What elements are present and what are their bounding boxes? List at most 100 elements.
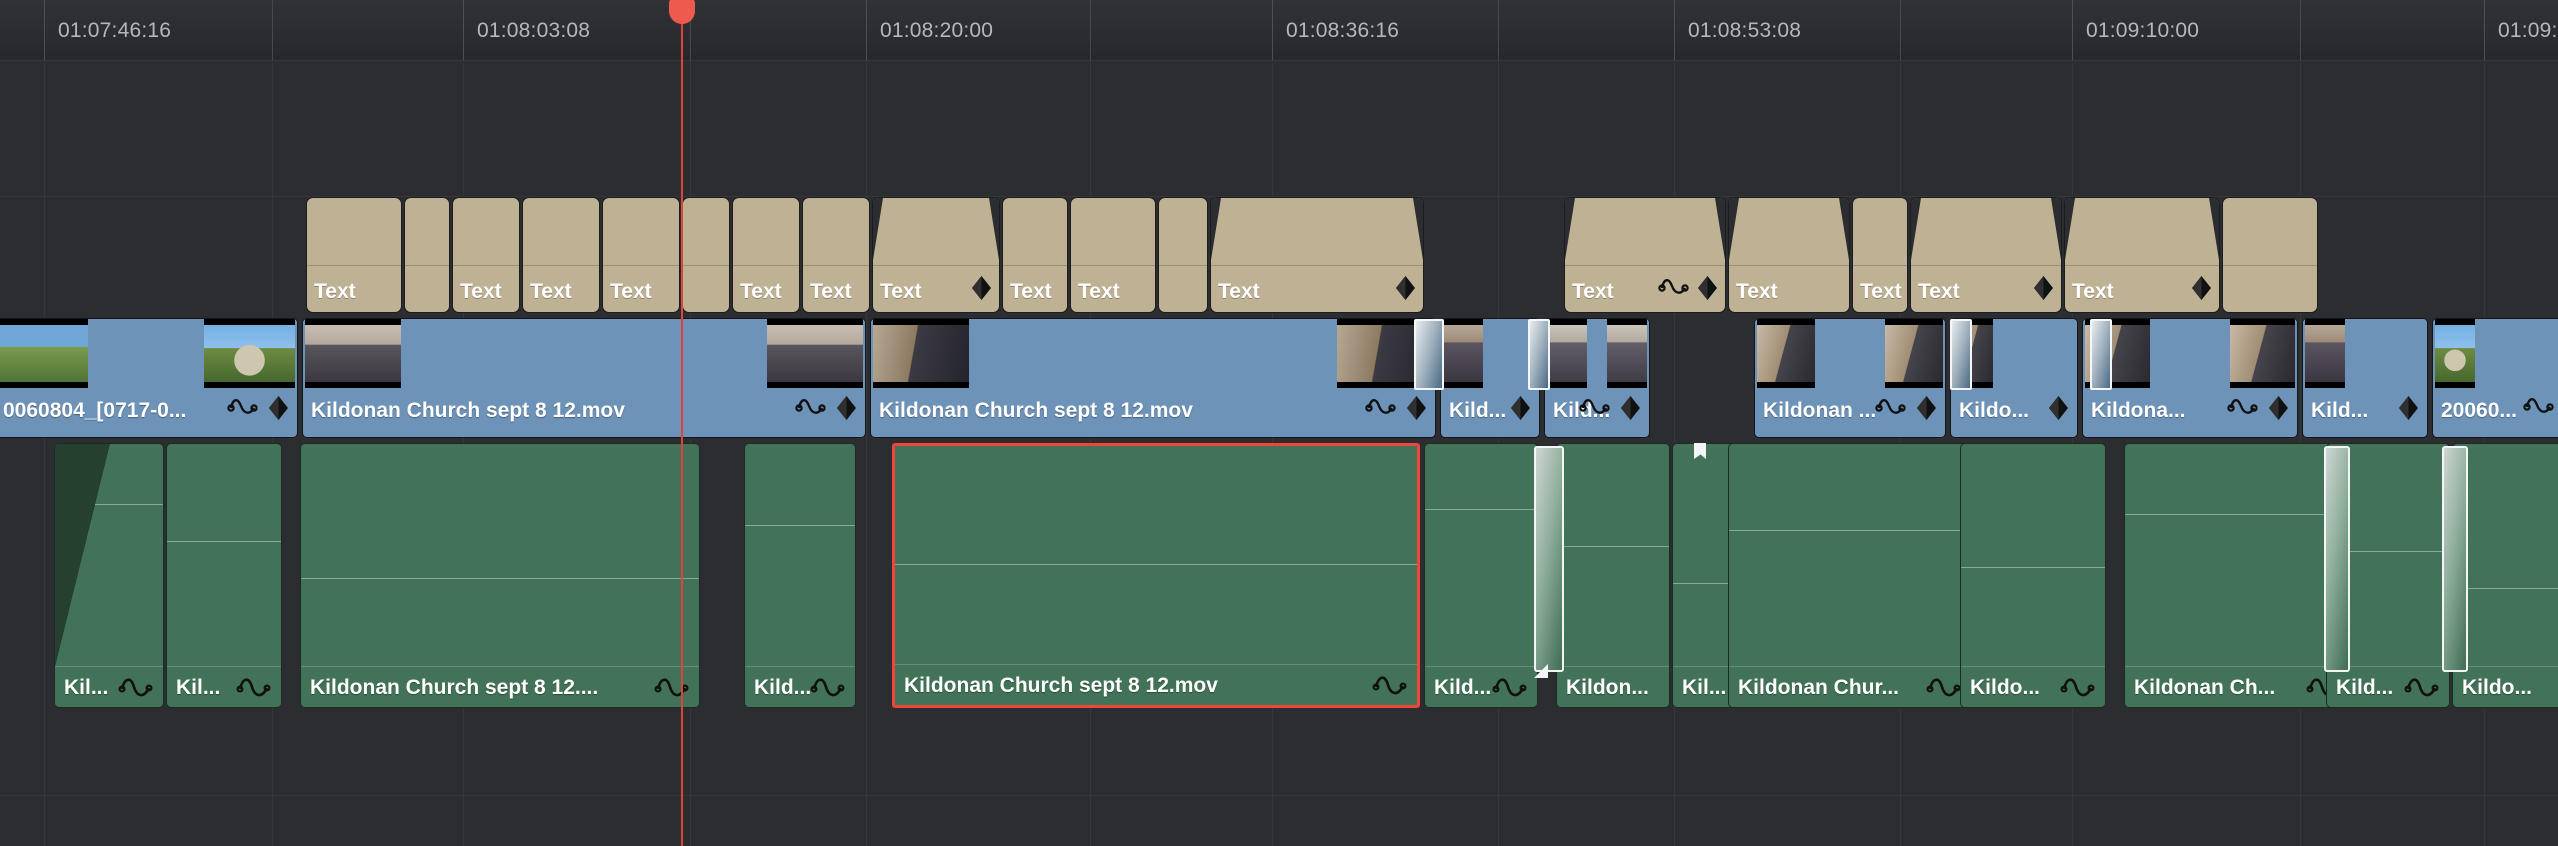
audio-clip-icons[interactable] [236, 675, 271, 701]
video-clip[interactable]: Kildonan ... [1754, 318, 1946, 438]
fx-curve-icon[interactable] [1365, 397, 1396, 419]
title-clip[interactable] [2222, 197, 2318, 313]
audio-clip-selected[interactable]: Kildonan Church sept 8 12.mov [892, 443, 1420, 708]
audio-waveform-icon[interactable] [1492, 675, 1527, 701]
audio-clip[interactable]: Kildo... [1960, 443, 2106, 708]
title-clip[interactable]: Text [872, 197, 1000, 313]
fx-curve-icon[interactable] [795, 397, 826, 419]
title-clip-icons[interactable] [2034, 276, 2053, 300]
transition-handle[interactable] [2324, 446, 2350, 672]
audio-clip[interactable]: Kild... [744, 443, 856, 708]
video-clip[interactable]: 20060... [2432, 318, 2558, 438]
title-clip[interactable]: Text [452, 197, 520, 313]
title-clip[interactable]: Text [1002, 197, 1068, 313]
title-track[interactable]: Text Text Text Text Text Text Text Text Text Text… [0, 197, 2558, 313]
keyframe-diamond-icon[interactable] [2192, 276, 2211, 300]
transition-handle[interactable] [2442, 446, 2468, 672]
audio-waveform-icon[interactable] [2060, 675, 2095, 701]
title-clip-icons[interactable] [1396, 276, 1415, 300]
keyframe-diamond-icon[interactable] [1917, 396, 1936, 420]
audio-waveform-icon[interactable] [2404, 675, 2439, 701]
audio-waveform-icon[interactable] [118, 675, 153, 701]
video-clip[interactable]: Kild... [1544, 318, 1650, 438]
keyframe-diamond-icon[interactable] [972, 276, 991, 300]
keyframe-diamond-icon[interactable] [837, 396, 856, 420]
keyframe-diamond-icon[interactable] [269, 396, 288, 420]
title-clip[interactable] [682, 197, 730, 313]
video-clip[interactable]: 0060804_[0717-0... [0, 318, 298, 438]
title-clip[interactable] [1158, 197, 1208, 313]
keyframe-diamond-icon[interactable] [2269, 396, 2288, 420]
fx-curve-icon[interactable] [2227, 397, 2258, 419]
transition-handle[interactable] [1414, 319, 1444, 390]
audio-waveform-icon[interactable] [1926, 675, 1961, 701]
audio-clip-icons[interactable] [810, 675, 845, 701]
video-clip-icons[interactable] [1365, 396, 1426, 420]
fx-curve-icon[interactable] [227, 397, 258, 419]
audio-clip[interactable]: Kildonan Chur... [1728, 443, 1972, 708]
audio-clip-icons[interactable] [1372, 673, 1407, 699]
title-clip[interactable]: Text [522, 197, 600, 313]
fx-curve-icon[interactable] [2523, 396, 2554, 418]
audio-clip[interactable]: Kildonan Ch... [2124, 443, 2352, 708]
audio-track[interactable]: Kil... Kil... Kildonan Church sept 8 12...… [0, 443, 2558, 708]
title-clip[interactable]: Text [1728, 197, 1850, 313]
title-clip[interactable]: Text [1910, 197, 2062, 313]
video-clip-icons[interactable] [1579, 396, 1640, 420]
keyframe-diamond-icon[interactable] [1407, 396, 1426, 420]
title-clip[interactable] [404, 197, 450, 313]
transition-handle[interactable] [1534, 446, 1564, 672]
audio-fade-in-handle[interactable] [55, 444, 110, 667]
video-clip[interactable]: Kildonan Church sept 8 12.mov [302, 318, 866, 438]
video-clip-icons[interactable] [2049, 396, 2068, 420]
keyframe-diamond-icon[interactable] [2034, 276, 2053, 300]
title-clip[interactable]: Text [602, 197, 680, 313]
video-clip-icons[interactable] [1511, 396, 1530, 420]
title-clip[interactable]: Text [2064, 197, 2220, 313]
video-clip-icons[interactable] [227, 396, 288, 420]
video-clip-icons[interactable] [795, 396, 856, 420]
keyframe-diamond-icon[interactable] [1396, 276, 1415, 300]
keyframe-diamond-icon[interactable] [1621, 396, 1640, 420]
fx-curve-icon[interactable] [1579, 397, 1610, 419]
audio-clip[interactable]: Kildonan Church sept 8 12.... [300, 443, 700, 708]
audio-clip-icons[interactable] [1492, 675, 1527, 701]
audio-clip-icons[interactable] [1926, 675, 1961, 701]
video-clip[interactable]: Kildonan Church sept 8 12.mov [870, 318, 1436, 438]
video-track[interactable]: 0060804_[0717-0... Kildonan Church sept 8… [0, 318, 2558, 438]
audio-clip[interactable]: Kil... [166, 443, 282, 708]
timecode-ruler[interactable]: 01:07:46:16 01:08:03:08 01:08:20:00 01:08:3… [0, 0, 2558, 61]
timeline-panel[interactable]: 01:07:46:16 01:08:03:08 01:08:20:00 01:08:3… [0, 0, 2558, 846]
video-clip[interactable]: Kild... [1440, 318, 1540, 438]
video-clip[interactable]: Kildona... [2082, 318, 2298, 438]
transition-handle[interactable] [1950, 319, 1972, 390]
title-clip[interactable]: Text [802, 197, 870, 313]
title-clip[interactable]: Text [1852, 197, 1908, 313]
audio-waveform-icon[interactable] [810, 675, 845, 701]
audio-clip-icons[interactable] [654, 675, 689, 701]
transition-handle[interactable] [1528, 319, 1550, 390]
title-clip-icons[interactable] [972, 276, 991, 300]
audio-clip[interactable]: Kil... [54, 443, 164, 708]
keyframe-diamond-icon[interactable] [2049, 396, 2068, 420]
audio-clip-icons[interactable] [2060, 675, 2095, 701]
title-clip-icons[interactable] [2192, 276, 2211, 300]
transition-handle[interactable] [2090, 319, 2112, 390]
audio-clip-icons[interactable] [118, 675, 153, 701]
playhead[interactable] [669, 0, 695, 846]
keyframe-diamond-icon[interactable] [2399, 396, 2418, 420]
audio-waveform-icon[interactable] [654, 675, 689, 701]
video-clip-icons[interactable] [2227, 396, 2288, 420]
video-clip[interactable]: Kild... [2302, 318, 2428, 438]
audio-waveform-icon[interactable] [1372, 673, 1407, 699]
fx-curve-icon[interactable] [1658, 277, 1689, 299]
title-clip[interactable]: Text [1210, 197, 1424, 313]
keyframe-diamond-icon[interactable] [1698, 276, 1717, 300]
keyframe-diamond-icon[interactable] [1511, 396, 1530, 420]
audio-clip[interactable]: Kild... [1424, 443, 1538, 708]
audio-clip[interactable]: Kildon... [1556, 443, 1670, 708]
title-clip[interactable]: Text [732, 197, 800, 313]
title-clip-icons[interactable] [1658, 276, 1717, 300]
title-clip[interactable]: Text [1564, 197, 1726, 313]
title-clip[interactable]: Text [1070, 197, 1156, 313]
